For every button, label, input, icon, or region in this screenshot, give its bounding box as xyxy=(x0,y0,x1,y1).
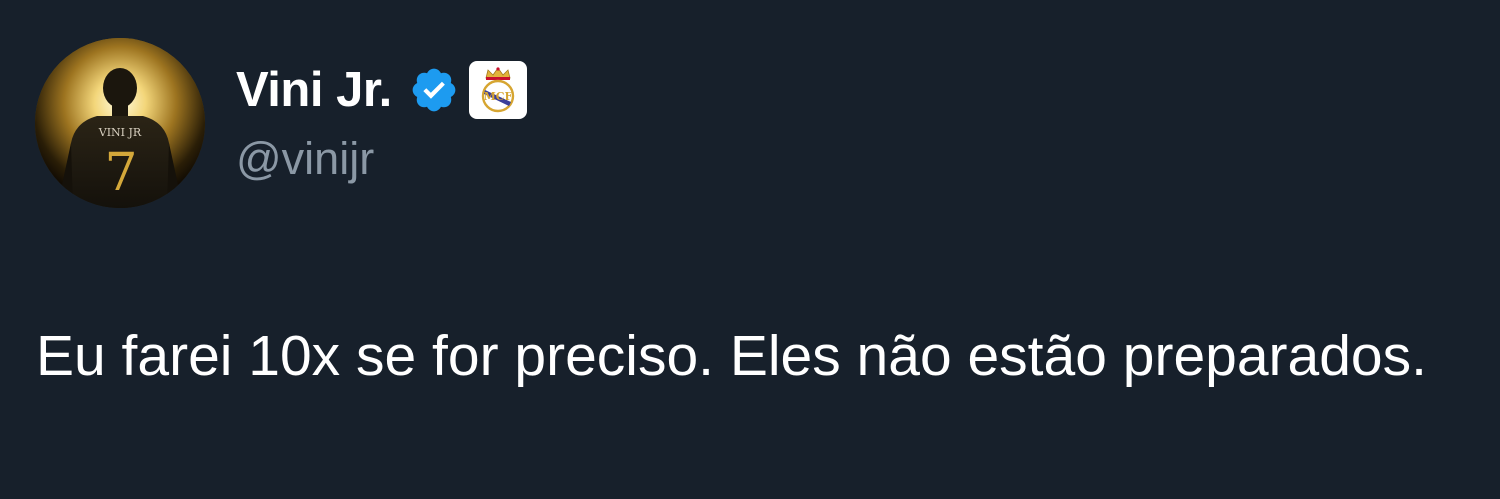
svg-text:MCF: MCF xyxy=(483,90,512,103)
author-handle[interactable]: @vinijr xyxy=(236,133,374,185)
avatar-image: VINI JR 7 xyxy=(35,38,205,208)
verified-check-icon[interactable] xyxy=(409,65,459,115)
tweet-card: VINI JR 7 Vini Jr. MCF @vinijr Eu farei … xyxy=(0,0,1500,499)
display-name[interactable]: Vini Jr. xyxy=(236,62,392,118)
author-name-row: Vini Jr. MCF xyxy=(236,58,527,122)
avatar-jersey-name: VINI JR xyxy=(98,126,142,139)
tweet-text: Eu farei 10x se for preciso. Eles não es… xyxy=(36,324,1427,388)
avatar-jersey-number: 7 xyxy=(104,143,137,203)
real-madrid-crest-icon[interactable]: MCF xyxy=(468,61,527,119)
avatar[interactable]: VINI JR 7 xyxy=(35,38,205,208)
